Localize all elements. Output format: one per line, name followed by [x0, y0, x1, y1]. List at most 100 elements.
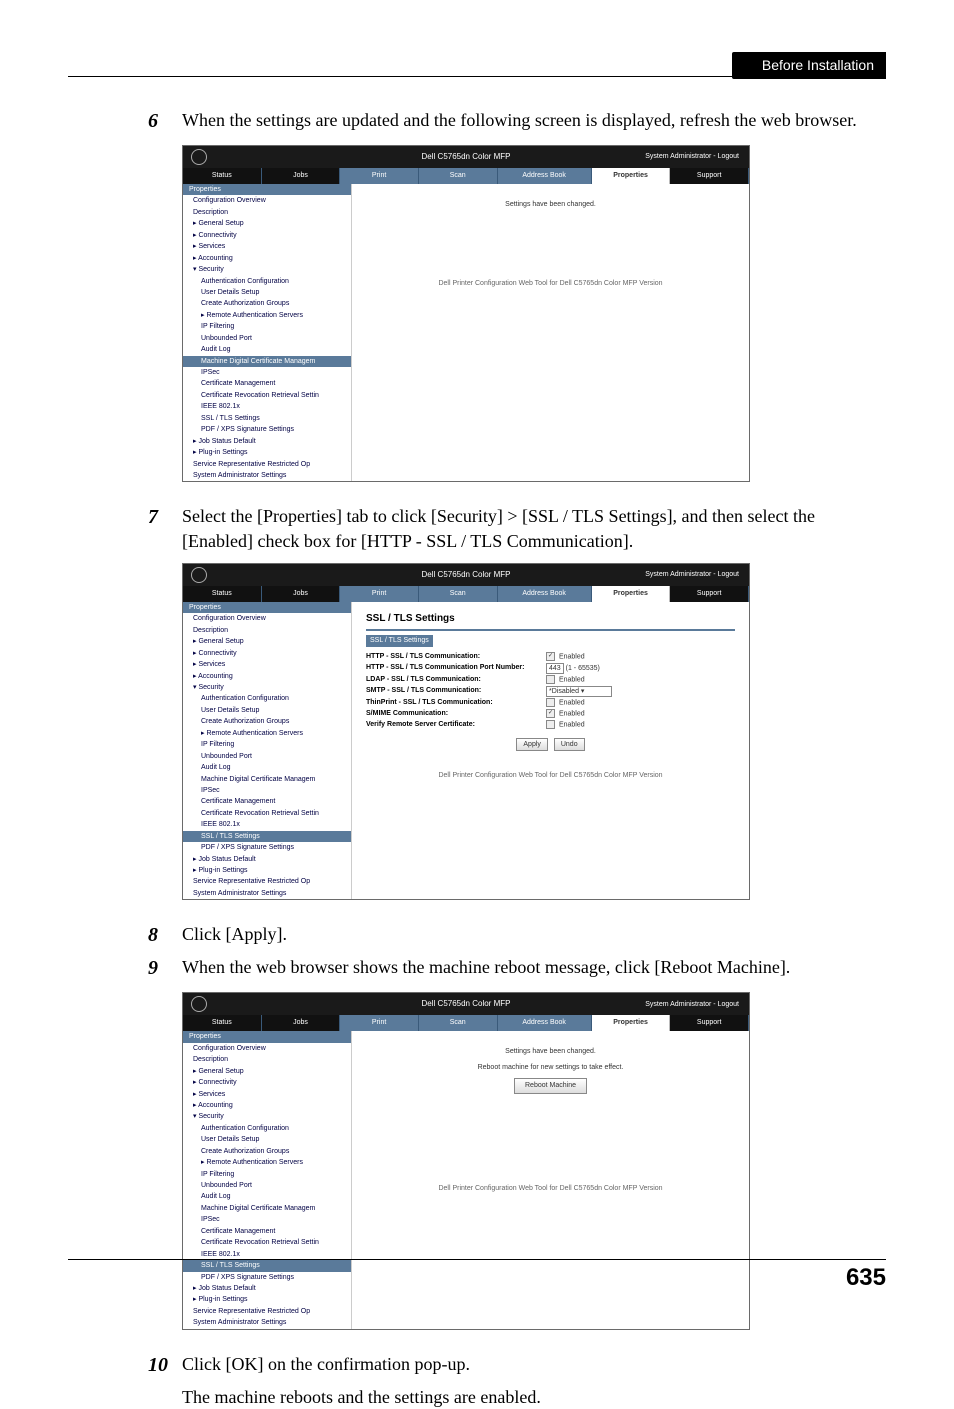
reboot-machine-button[interactable]: Reboot Machine: [514, 1078, 587, 1093]
sidebar-item[interactable]: Certificate Management: [183, 378, 351, 389]
sidebar-item[interactable]: ▸ Connectivity: [183, 648, 351, 659]
checkbox-icon[interactable]: [546, 698, 555, 707]
sidebar-item[interactable]: ▸ General Setup: [183, 1066, 351, 1077]
sidebar-item[interactable]: Description: [183, 1054, 351, 1065]
sidebar-item[interactable]: ▸ Plug-in Settings: [183, 1294, 351, 1305]
sidebar-item[interactable]: Service Representative Restricted Op: [183, 459, 351, 470]
tab-support[interactable]: Support: [670, 1015, 749, 1031]
checkbox-icon[interactable]: [546, 720, 555, 729]
sidebar-item[interactable]: Unbounded Port: [183, 1180, 351, 1191]
sidebar-item[interactable]: Configuration Overview: [183, 1043, 351, 1054]
tab-scan[interactable]: Scan: [419, 1015, 498, 1031]
tab-properties[interactable]: Properties: [592, 586, 671, 602]
setting-value[interactable]: Enabled: [546, 675, 735, 685]
sidebar-item[interactable]: Certificate Revocation Retrieval Settin: [183, 390, 351, 401]
sidebar-item[interactable]: ▸ Plug-in Settings: [183, 865, 351, 876]
sidebar-item[interactable]: Audit Log: [183, 762, 351, 773]
sidebar-item[interactable]: ▸ Job Status Default: [183, 854, 351, 865]
sidebar-item[interactable]: ▾ Security: [183, 264, 351, 275]
sidebar-item[interactable]: ▸ Accounting: [183, 671, 351, 682]
sidebar-item[interactable]: IP Filtering: [183, 739, 351, 750]
sidebar-item[interactable]: Description: [183, 625, 351, 636]
sidebar-item[interactable]: IEEE 802.1x: [183, 819, 351, 830]
tab-jobs[interactable]: Jobs: [262, 168, 341, 184]
sidebar-item[interactable]: IP Filtering: [183, 321, 351, 332]
sidebar-item[interactable]: User Details Setup: [183, 705, 351, 716]
sidebar-item[interactable]: ▸ Remote Authentication Servers: [183, 1157, 351, 1168]
sidebar-item[interactable]: Certificate Management: [183, 796, 351, 807]
tab-support[interactable]: Support: [670, 168, 749, 184]
tab-print[interactable]: Print: [340, 168, 419, 184]
select-dropdown[interactable]: *Disabled ▾: [546, 686, 612, 697]
tab-jobs[interactable]: Jobs: [262, 1015, 341, 1031]
sidebar-item[interactable]: Service Representative Restricted Op: [183, 1306, 351, 1317]
tab-scan[interactable]: Scan: [419, 586, 498, 602]
apply-button[interactable]: Apply: [516, 738, 548, 751]
undo-button[interactable]: Undo: [554, 738, 585, 751]
tab-status[interactable]: Status: [183, 586, 262, 602]
ss1-logout[interactable]: System Administrator - Logout: [645, 152, 739, 161]
sidebar-item[interactable]: Certificate Management: [183, 1226, 351, 1237]
sidebar-item[interactable]: Audit Log: [183, 1191, 351, 1202]
sidebar-item[interactable]: IPSec: [183, 785, 351, 796]
sidebar-item[interactable]: Configuration Overview: [183, 613, 351, 624]
sidebar-item[interactable]: User Details Setup: [183, 287, 351, 298]
sidebar-item[interactable]: IEEE 802.1x: [183, 401, 351, 412]
tab-scan[interactable]: Scan: [419, 168, 498, 184]
sidebar-item[interactable]: SSL / TLS Settings: [183, 831, 351, 842]
sidebar-item[interactable]: ▸ General Setup: [183, 218, 351, 229]
ss2-logout[interactable]: System Administrator - Logout: [645, 570, 739, 579]
sidebar-item[interactable]: IPSec: [183, 367, 351, 378]
tab-properties[interactable]: Properties: [592, 168, 671, 184]
sidebar-item[interactable]: Authentication Configuration: [183, 693, 351, 704]
sidebar-item[interactable]: Authentication Configuration: [183, 276, 351, 287]
sidebar-item[interactable]: Unbounded Port: [183, 333, 351, 344]
port-input[interactable]: 443: [546, 663, 564, 674]
sidebar-item[interactable]: ▸ Services: [183, 1089, 351, 1100]
sidebar-item[interactable]: Certificate Revocation Retrieval Settin: [183, 1237, 351, 1248]
sidebar-item[interactable]: PDF / XPS Signature Settings: [183, 1272, 351, 1283]
sidebar-item[interactable]: ▸ Services: [183, 659, 351, 670]
sidebar-item[interactable]: SSL / TLS Settings: [183, 1260, 351, 1271]
sidebar-item[interactable]: ▸ Connectivity: [183, 230, 351, 241]
sidebar-item[interactable]: Create Authorization Groups: [183, 716, 351, 727]
sidebar-item[interactable]: ▸ Connectivity: [183, 1077, 351, 1088]
sidebar-item[interactable]: Configuration Overview: [183, 195, 351, 206]
sidebar-item[interactable]: ▸ Accounting: [183, 253, 351, 264]
tab-status[interactable]: Status: [183, 168, 262, 184]
setting-value[interactable]: Enabled: [546, 709, 735, 719]
sidebar-item[interactable]: Unbounded Port: [183, 751, 351, 762]
tab-properties[interactable]: Properties: [592, 1015, 671, 1031]
sidebar-item[interactable]: Create Authorization Groups: [183, 1146, 351, 1157]
setting-value[interactable]: Enabled: [546, 720, 735, 730]
sidebar-item[interactable]: ▸ Plug-in Settings: [183, 447, 351, 458]
sidebar-item[interactable]: Machine Digital Certificate Managem: [183, 774, 351, 785]
checkbox-icon[interactable]: [546, 652, 555, 661]
tab-status[interactable]: Status: [183, 1015, 262, 1031]
sidebar-item[interactable]: System Administrator Settings: [183, 1317, 351, 1328]
sidebar-item[interactable]: SSL / TLS Settings: [183, 413, 351, 424]
setting-value[interactable]: *Disabled ▾: [546, 686, 735, 697]
sidebar-item[interactable]: Audit Log: [183, 344, 351, 355]
tab-address-book[interactable]: Address Book: [498, 586, 592, 602]
sidebar-item[interactable]: Create Authorization Groups: [183, 298, 351, 309]
sidebar-item[interactable]: Description: [183, 207, 351, 218]
setting-value[interactable]: Enabled: [546, 698, 735, 708]
tab-address-book[interactable]: Address Book: [498, 168, 592, 184]
sidebar-item[interactable]: System Administrator Settings: [183, 888, 351, 899]
sidebar-item[interactable]: IPSec: [183, 1214, 351, 1225]
sidebar-item[interactable]: ▾ Security: [183, 682, 351, 693]
sidebar-item[interactable]: Service Representative Restricted Op: [183, 876, 351, 887]
sidebar-item[interactable]: Certificate Revocation Retrieval Settin: [183, 808, 351, 819]
sidebar-item[interactable]: ▸ General Setup: [183, 636, 351, 647]
tab-print[interactable]: Print: [340, 586, 419, 602]
setting-value[interactable]: Enabled: [546, 652, 735, 662]
sidebar-item[interactable]: PDF / XPS Signature Settings: [183, 424, 351, 435]
sidebar-item[interactable]: ▾ Security: [183, 1111, 351, 1122]
tab-address-book[interactable]: Address Book: [498, 1015, 592, 1031]
sidebar-item[interactable]: ▸ Remote Authentication Servers: [183, 310, 351, 321]
tab-print[interactable]: Print: [340, 1015, 419, 1031]
checkbox-icon[interactable]: [546, 675, 555, 684]
tab-jobs[interactable]: Jobs: [262, 586, 341, 602]
sidebar-item[interactable]: Authentication Configuration: [183, 1123, 351, 1134]
